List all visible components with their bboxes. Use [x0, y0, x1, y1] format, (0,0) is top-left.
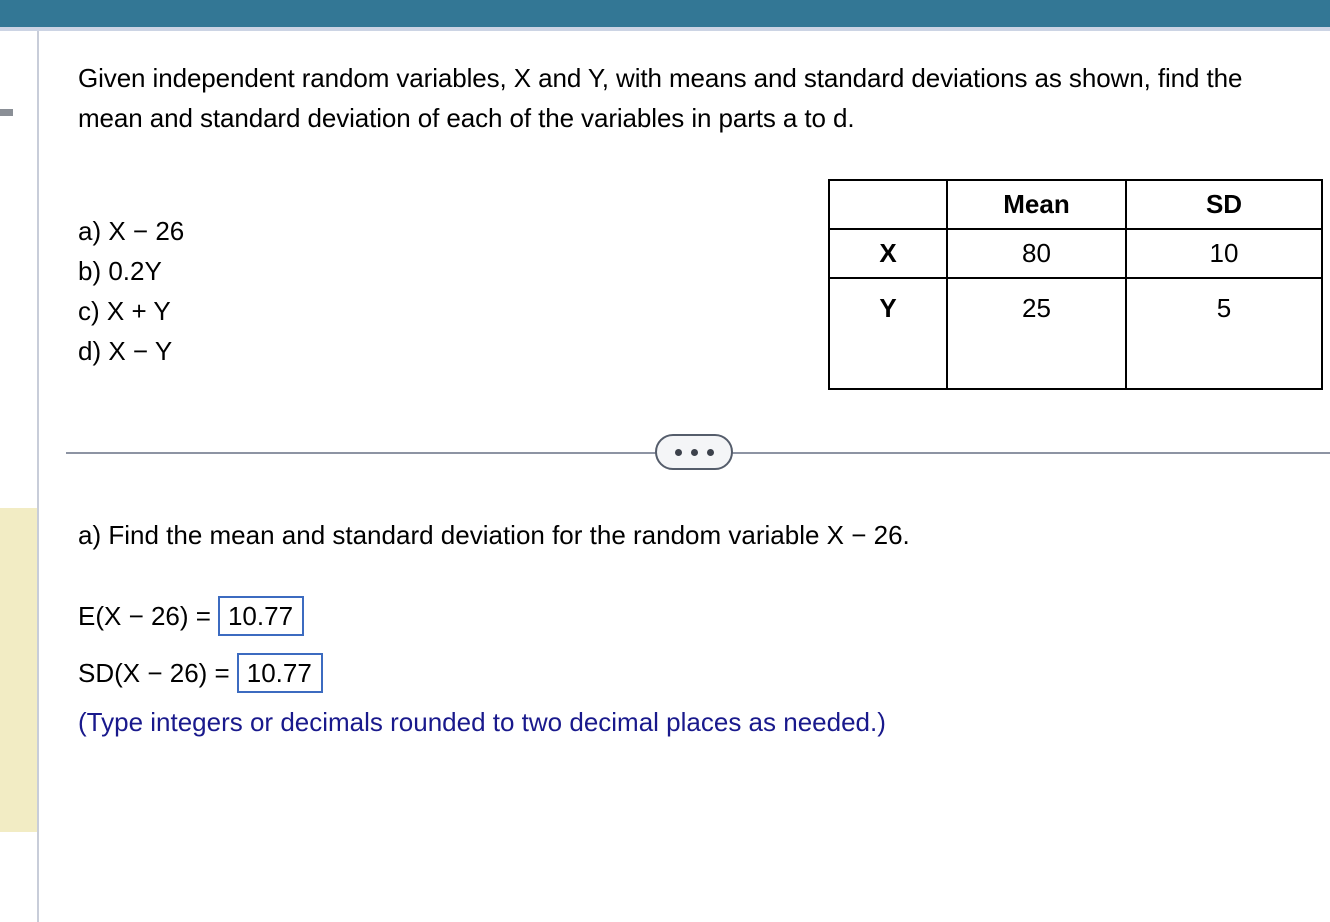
table-header-row: Mean SD [828, 179, 1323, 230]
ellipsis-dot-icon [690, 448, 698, 456]
answer-label-mean: E(X − 26) = [78, 600, 211, 631]
ellipsis-dot-icon [674, 448, 682, 456]
table-cell-variable-x: X [828, 228, 948, 279]
stats-table: Mean SD X 80 10 Y 25 5 [828, 179, 1323, 390]
problem-statement: Given independent random variables, X an… [78, 63, 1243, 133]
answer-prompt: a) Find the mean and standard deviation … [78, 520, 910, 550]
table-cell-sd-y: 5 [1125, 277, 1323, 390]
table-header-sd: SD [1125, 179, 1323, 230]
gutter-step-highlight [0, 508, 37, 832]
table-row: Y 25 5 [828, 277, 1323, 390]
table-header-mean: Mean [946, 179, 1127, 230]
answer-row-sd: SD(X − 26) = 10.77 [78, 653, 323, 693]
sd-answer-input[interactable]: 10.77 [236, 653, 323, 693]
table-cell-variable-y: Y [828, 277, 948, 390]
problem-part-b: b) 0.2Y [78, 256, 162, 286]
scroll-marker-dash-icon [0, 109, 13, 116]
problem-parts-list: a) X − 26 b) 0.2Y c) X + Y d) X − Y [78, 211, 184, 371]
answer-format-note: (Type integers or decimals rounded to tw… [78, 707, 886, 737]
problem-part-a: a) X − 26 [78, 216, 185, 246]
answer-row-mean: E(X − 26) = 10.77 [78, 596, 304, 636]
table-row: X 80 10 [828, 228, 1323, 279]
table-cell-sd-x: 10 [1125, 228, 1323, 279]
table-header-corner [828, 179, 948, 230]
table-cell-mean-y: 25 [946, 277, 1127, 390]
answer-label-sd: SD(X − 26) = [78, 657, 230, 688]
mean-answer-input[interactable]: 10.77 [217, 596, 304, 636]
expand-more-button[interactable] [655, 434, 733, 470]
app-header-bar [0, 0, 1330, 27]
problem-part-c: c) X + Y [78, 296, 171, 326]
problem-part-d: d) X − Y [78, 336, 173, 366]
table-cell-mean-x: 80 [946, 228, 1127, 279]
ellipsis-dot-icon [706, 448, 714, 456]
section-divider [66, 433, 1330, 473]
problem-content-area: Given independent random variables, X an… [39, 31, 1330, 922]
